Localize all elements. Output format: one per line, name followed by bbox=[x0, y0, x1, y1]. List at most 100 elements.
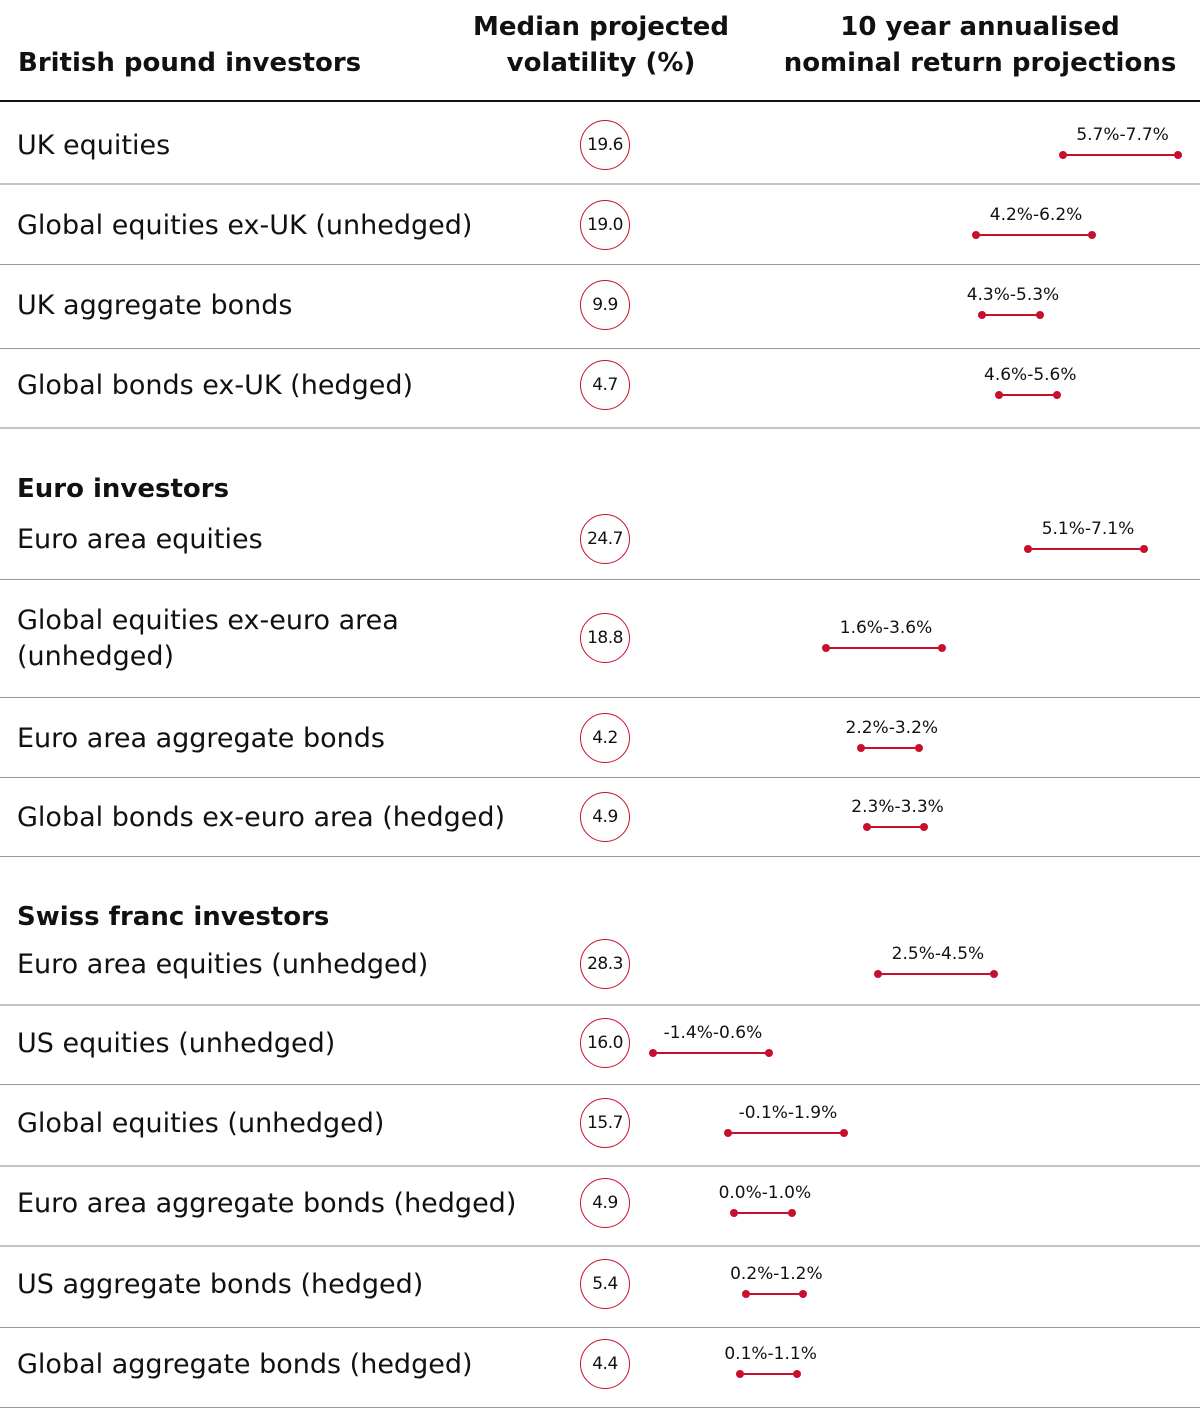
header-asset-class: British pound investors bbox=[18, 48, 362, 78]
range-label: 5.7%-7.7% bbox=[1076, 125, 1169, 145]
header-volatility-line1: Median projected bbox=[472, 12, 730, 42]
volatility-badge: 24.7 bbox=[580, 514, 630, 564]
volatility-badge: 4.7 bbox=[580, 360, 630, 410]
header-volatility-line2: volatility (%) bbox=[506, 48, 696, 78]
range-low-point bbox=[724, 1129, 733, 1137]
range-label: 0.2%-1.2% bbox=[730, 1264, 823, 1284]
row-divider bbox=[0, 348, 1200, 349]
header-rule bbox=[0, 100, 1200, 102]
group-title: Swiss franc investors bbox=[17, 902, 330, 932]
row-label-continued: (unhedged) bbox=[17, 641, 175, 672]
row-label: Euro area aggregate bonds bbox=[17, 723, 385, 754]
row-divider bbox=[0, 427, 1200, 429]
range-line bbox=[1062, 154, 1179, 156]
volatility-badge: 9.9 bbox=[580, 280, 630, 330]
range-line bbox=[976, 234, 1092, 236]
range-low-point bbox=[972, 231, 981, 239]
header-return-projections: 10 year annualised nominal return projec… bbox=[780, 9, 1180, 81]
range-low-point bbox=[874, 970, 883, 978]
range-line bbox=[739, 1373, 798, 1375]
row-divider bbox=[0, 264, 1200, 265]
range-label: 0.1%-1.1% bbox=[724, 1344, 817, 1364]
volatility-badge: 19.0 bbox=[580, 200, 630, 250]
range-line bbox=[745, 1293, 804, 1295]
row-divider bbox=[0, 1407, 1200, 1408]
range-label: -0.1%-1.9% bbox=[738, 1103, 838, 1123]
range-line bbox=[826, 647, 942, 649]
row-label: Global equities (unhedged) bbox=[17, 1108, 385, 1139]
range-label: 4.6%-5.6% bbox=[984, 365, 1077, 385]
volatility-badge: 5.4 bbox=[580, 1259, 630, 1309]
row-divider bbox=[0, 777, 1200, 778]
row-divider bbox=[0, 1327, 1200, 1328]
range-low-point bbox=[1024, 545, 1033, 553]
return-projections-table: British pound investors Median projected… bbox=[0, 0, 1200, 1414]
range-label: 4.2%-6.2% bbox=[989, 205, 1083, 225]
range-high-point bbox=[1035, 311, 1044, 319]
range-label: 1.6%-3.6% bbox=[839, 618, 933, 638]
row-label: Global aggregate bonds (hedged) bbox=[17, 1349, 473, 1380]
row-label: Euro area equities bbox=[17, 524, 263, 555]
range-line bbox=[734, 1212, 792, 1214]
range-label: 0.0%-1.0% bbox=[718, 1183, 812, 1203]
range-label: 4.3%-5.3% bbox=[966, 285, 1060, 305]
range-high-point bbox=[764, 1049, 773, 1057]
range-low-point bbox=[822, 644, 831, 652]
range-high-point bbox=[1139, 545, 1148, 553]
range-low-point bbox=[741, 1290, 750, 1298]
range-line bbox=[982, 314, 1040, 316]
range-high-point bbox=[989, 970, 998, 978]
range-label: 2.2%-3.2% bbox=[845, 718, 939, 738]
range-high-point bbox=[920, 823, 929, 831]
volatility-badge: 4.9 bbox=[580, 1178, 630, 1228]
row-divider bbox=[0, 1245, 1200, 1247]
row-divider bbox=[0, 856, 1200, 857]
range-low-point bbox=[735, 1370, 744, 1378]
row-label: Global equities ex-euro area bbox=[17, 605, 399, 636]
row-label: Global bonds ex-UK (hedged) bbox=[17, 370, 413, 401]
range-high-point bbox=[799, 1290, 808, 1298]
row-label: Euro area equities (unhedged) bbox=[17, 949, 429, 980]
range-low-point bbox=[730, 1209, 738, 1217]
range-line bbox=[728, 1132, 844, 1134]
volatility-badge: 16.0 bbox=[580, 1018, 630, 1068]
range-line bbox=[653, 1052, 769, 1054]
range-low-point bbox=[862, 823, 871, 831]
range-line bbox=[878, 973, 994, 975]
row-divider bbox=[0, 1084, 1200, 1085]
row-divider bbox=[0, 579, 1200, 580]
volatility-badge: 18.8 bbox=[580, 613, 630, 663]
volatility-badge: 4.2 bbox=[580, 713, 630, 763]
row-label: US equities (unhedged) bbox=[17, 1028, 336, 1059]
group-title: Euro investors bbox=[17, 474, 230, 504]
header-volatility: Median projected volatility (%) bbox=[470, 9, 732, 81]
range-low-point bbox=[995, 391, 1004, 399]
row-label: UK equities bbox=[17, 130, 171, 161]
range-label: -1.4%-0.6% bbox=[663, 1023, 763, 1043]
range-label: 2.3%-3.3% bbox=[851, 797, 944, 817]
volatility-badge: 4.9 bbox=[580, 792, 630, 842]
row-divider bbox=[0, 1004, 1200, 1006]
row-divider bbox=[0, 697, 1200, 698]
range-high-point bbox=[937, 644, 946, 652]
volatility-badge: 19.6 bbox=[580, 120, 630, 170]
range-high-point bbox=[1174, 151, 1183, 159]
header-return-line2: nominal return projections bbox=[783, 48, 1177, 78]
row-label: Global bonds ex-euro area (hedged) bbox=[17, 802, 506, 833]
row-label: Euro area aggregate bonds (hedged) bbox=[17, 1188, 517, 1219]
range-low-point bbox=[649, 1049, 658, 1057]
header-return-line1: 10 year annualised bbox=[840, 12, 1120, 42]
range-label: 5.1%-7.1% bbox=[1041, 519, 1135, 539]
row-label: UK aggregate bonds bbox=[17, 290, 293, 321]
volatility-badge: 15.7 bbox=[580, 1098, 630, 1148]
range-low-point bbox=[1058, 151, 1067, 159]
range-high-point bbox=[793, 1370, 802, 1378]
range-line bbox=[1028, 548, 1144, 550]
range-line bbox=[999, 394, 1058, 396]
row-divider bbox=[0, 183, 1200, 185]
range-high-point bbox=[839, 1129, 848, 1137]
range-line bbox=[866, 826, 925, 828]
volatility-badge: 4.4 bbox=[580, 1339, 630, 1389]
range-label: 2.5%-4.5% bbox=[891, 944, 985, 964]
row-label: Global equities ex-UK (unhedged) bbox=[17, 210, 473, 241]
